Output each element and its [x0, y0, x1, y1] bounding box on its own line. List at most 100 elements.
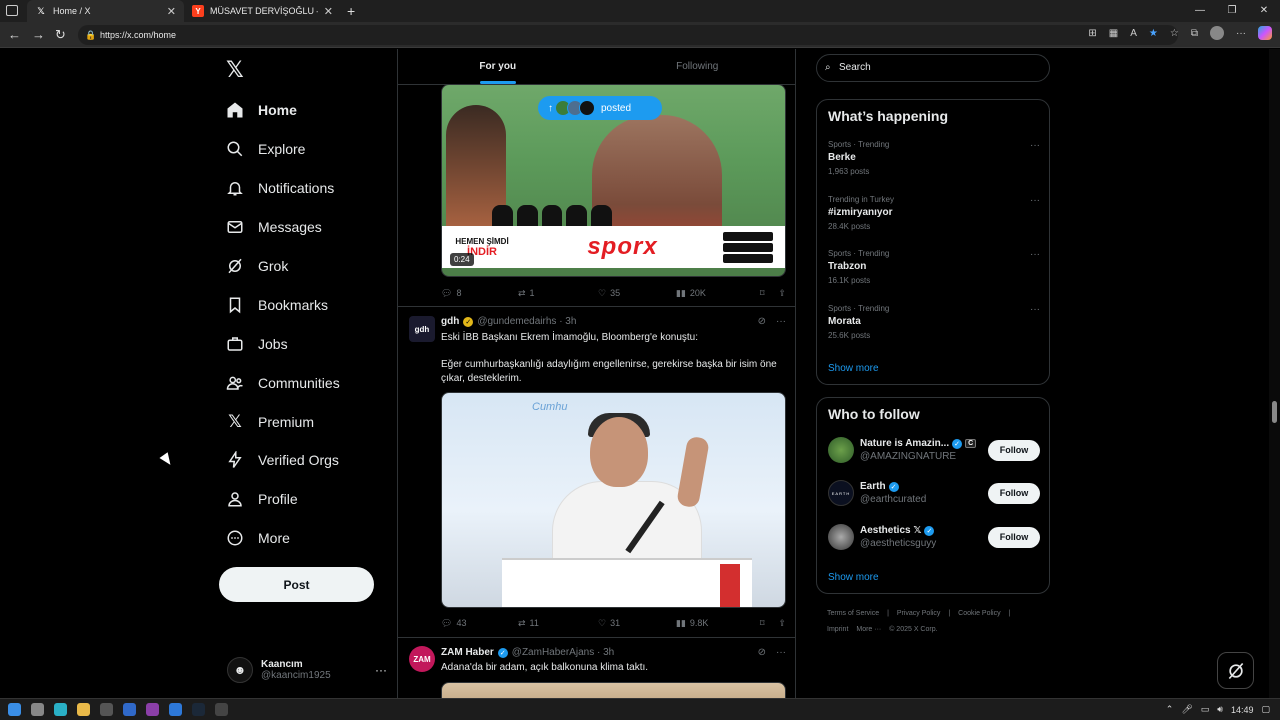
outlook-icon[interactable] — [123, 703, 136, 716]
footer-link[interactable]: Privacy Policy — [897, 610, 941, 617]
more-horizontal-icon[interactable]: ··· — [1030, 304, 1040, 315]
scroll-thumb[interactable] — [1272, 401, 1277, 423]
nav-item-premium[interactable]: 𝕏 Premium — [226, 402, 340, 441]
copilot-icon[interactable] — [1258, 26, 1272, 40]
author-name[interactable]: gdh — [441, 316, 459, 327]
author-name[interactable]: ZAM Haber — [441, 647, 494, 658]
reply-button[interactable]: 💬︎ 43 — [441, 618, 518, 629]
more-horizontal-icon[interactable]: ··· — [1030, 195, 1040, 206]
app-icon[interactable] — [215, 703, 228, 716]
follow-button[interactable]: Follow — [988, 439, 1040, 461]
app-icon[interactable] — [146, 703, 159, 716]
share-icon[interactable]: ⇪ — [778, 618, 786, 629]
steam-icon[interactable] — [192, 703, 205, 716]
views-button[interactable]: ▮▮ 9.8K — [676, 618, 759, 629]
tweet-image[interactable]: Cumhu — [441, 392, 786, 608]
read-aloud-icon[interactable]: A — [1130, 28, 1137, 39]
app-icon[interactable] — [169, 703, 182, 716]
search-input[interactable]: ⌕ Search — [816, 54, 1050, 82]
tab-for-you[interactable]: For you — [398, 49, 598, 84]
nav-item-jobs[interactable]: Jobs — [226, 324, 340, 363]
footer-link[interactable]: Imprint — [827, 626, 848, 633]
grok-icon[interactable]: ⊘ — [758, 647, 766, 658]
avatar[interactable]: gdh — [409, 316, 435, 342]
show-more-link[interactable]: Show more — [828, 572, 879, 583]
repost-button[interactable]: ⇄ 11 — [518, 618, 598, 629]
nav-item-grok[interactable]: Grok — [226, 247, 340, 286]
close-tab-icon[interactable]: ✕ — [324, 5, 333, 18]
browser-tab-yandex[interactable]: Y MÜSAVET DERVİŞOĞLU — Yande ✕ — [184, 0, 341, 22]
bookmark-icon[interactable]: ⌑ — [760, 288, 765, 299]
follow-button[interactable]: Follow — [988, 526, 1040, 548]
nav-item-verified-orgs[interactable]: Verified Orgs — [226, 441, 340, 480]
trend-item[interactable]: Sports · Trending Trabzon 16.1K posts ··… — [828, 249, 1040, 285]
more-horizontal-icon[interactable]: ··· — [776, 316, 786, 327]
refresh-icon[interactable]: ↻ — [55, 27, 66, 43]
tweet-image[interactable] — [441, 682, 786, 698]
more-horizontal-icon[interactable]: ··· — [1030, 140, 1040, 151]
collections-icon[interactable]: ⧉ — [1191, 28, 1198, 39]
url-field[interactable]: 🔒 https://x.com/home — [78, 25, 1178, 45]
edge-icon[interactable] — [54, 703, 67, 716]
windows-start-icon[interactable] — [8, 703, 21, 716]
maximize-icon[interactable]: ❐ — [1216, 0, 1248, 22]
grid-icon[interactable]: ▦ — [1109, 28, 1118, 39]
more-horizontal-icon[interactable]: ··· — [776, 647, 786, 658]
tab-following[interactable]: Following — [598, 49, 796, 84]
x-logo-icon[interactable]: 𝕏 — [226, 57, 244, 83]
like-button[interactable]: ♡ 31 — [598, 618, 676, 629]
clock[interactable]: 14:49 — [1231, 705, 1254, 715]
page-scrollbar[interactable] — [1269, 49, 1280, 698]
minimize-icon[interactable]: — — [1184, 0, 1216, 22]
nav-item-communities[interactable]: Communities — [226, 363, 340, 402]
footer-link[interactable]: Terms of Service — [827, 610, 879, 617]
trend-item[interactable]: Sports · Trending Berke 1,963 posts ··· — [828, 140, 1040, 176]
follow-suggestion[interactable]: Aesthetics 𝕏 ✓ @aestheticsguyy Follow — [828, 522, 1040, 552]
app-available-icon[interactable]: ⊞ — [1088, 28, 1096, 39]
trend-item[interactable]: Trending in Turkey #izmiryanıyor 28.4K p… — [828, 195, 1040, 231]
footer-link[interactable]: Cookie Policy — [958, 610, 1000, 617]
trend-item[interactable]: Sports · Trending Morata 25.6K posts ··· — [828, 304, 1040, 340]
tray-chevron-icon[interactable]: ⌃ — [1166, 704, 1174, 715]
account-switcher[interactable]: ☻ Kaancım @kaancim1925 ··· — [227, 652, 387, 688]
nav-item-bookmarks[interactable]: Bookmarks — [226, 285, 340, 324]
views-button[interactable]: ▮▮ 20K — [676, 288, 759, 299]
bookmark-icon[interactable]: ⌑ — [760, 618, 765, 629]
nav-item-explore[interactable]: Explore — [226, 130, 340, 169]
settings-more-icon[interactable]: ··· — [1236, 28, 1246, 39]
nav-item-notifications[interactable]: Notifications — [226, 169, 340, 208]
grok-floating-button[interactable] — [1217, 652, 1254, 689]
avatar[interactable]: ZAM — [409, 646, 435, 672]
favorite-star-icon[interactable]: ★ — [1149, 28, 1158, 39]
browser-tab-home[interactable]: 𝕏 Home / X ✕ — [27, 0, 184, 22]
favorites-icon[interactable]: ☆ — [1170, 28, 1179, 39]
more-horizontal-icon[interactable]: ··· — [375, 663, 387, 677]
share-icon[interactable]: ⇪ — [778, 288, 786, 299]
close-window-icon[interactable]: ✕ — [1248, 0, 1280, 22]
new-posts-pill[interactable]: ↑ posted — [538, 96, 662, 120]
nav-item-more[interactable]: More — [226, 519, 340, 558]
follow-suggestion[interactable]: Nature is Amazin... ✓ C @AMAZINGNATURE Fol… — [828, 435, 1040, 465]
more-horizontal-icon[interactable]: ··· — [1030, 249, 1040, 260]
reply-button[interactable]: 💬︎ 8 — [441, 288, 518, 299]
profile-avatar-icon[interactable] — [1210, 26, 1224, 40]
grok-icon[interactable]: ⊘ — [758, 316, 766, 327]
nav-item-home[interactable]: Home — [226, 91, 340, 130]
nav-item-profile[interactable]: Profile — [226, 480, 340, 519]
like-button[interactable]: ♡ 35 — [598, 288, 676, 299]
footer-link[interactable]: More ··· — [856, 626, 881, 633]
post-button[interactable]: Post — [219, 567, 374, 602]
volume-icon[interactable]: 🔊︎ — [1217, 704, 1223, 715]
tab-actions-icon[interactable] — [6, 5, 18, 16]
file-explorer-icon[interactable] — [77, 703, 90, 716]
follow-suggestion[interactable]: EARTH Earth ✓ @earthcurated Follow — [828, 478, 1040, 508]
author-handle[interactable]: @gundemedairhs · 3h — [477, 316, 576, 327]
search-taskbar-icon[interactable] — [31, 703, 44, 716]
new-tab-button[interactable]: + — [347, 3, 355, 19]
show-more-link[interactable]: Show more — [828, 363, 879, 374]
follow-button[interactable]: Follow — [988, 482, 1040, 504]
repost-button[interactable]: ⇄ 1 — [518, 288, 598, 299]
notifications-icon[interactable]: ▢ — [1261, 704, 1270, 715]
store-icon[interactable] — [100, 703, 113, 716]
microphone-icon[interactable]: 🎤︎ — [1181, 704, 1192, 715]
